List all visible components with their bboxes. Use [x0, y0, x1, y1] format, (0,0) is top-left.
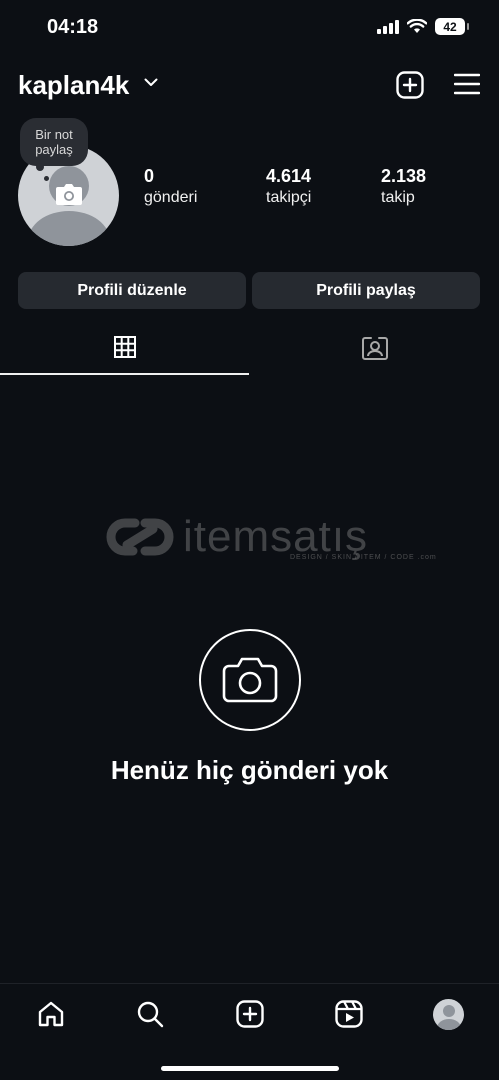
tagged-icon — [361, 337, 388, 360]
empty-state-circle — [199, 629, 301, 731]
watermark-subtext: DESIGN / SKIN / ITEM / CODE .com — [290, 554, 437, 561]
create-icon — [236, 1000, 264, 1028]
active-tab-indicator — [0, 373, 249, 375]
reels-icon — [335, 1000, 363, 1028]
chevron-down-icon[interactable] — [144, 78, 158, 87]
nav-profile[interactable] — [432, 998, 464, 1030]
profile-header: kaplan4k — [0, 66, 499, 106]
stat-value: 4.614 — [266, 166, 312, 186]
stat-value: 0 — [144, 166, 155, 186]
watermark-chain-icon — [106, 518, 174, 556]
stat-posts[interactable]: 0 gönderi — [144, 166, 197, 208]
edit-profile-button[interactable]: Profili düzenle — [18, 272, 246, 309]
profile-screen: 04:18 42 kaplan4k Bir not paylaş 0 gönde… — [0, 0, 499, 1080]
camera-icon — [222, 657, 278, 703]
nav-create[interactable] — [234, 998, 266, 1030]
stat-label: takipçi — [266, 189, 312, 206]
note-bubble-dot — [36, 163, 44, 171]
nav-reels[interactable] — [333, 998, 365, 1030]
add-photo-camera-icon — [56, 184, 82, 205]
username-switcher[interactable]: kaplan4k — [18, 70, 129, 101]
home-indicator[interactable] — [161, 1066, 339, 1071]
create-plus-icon[interactable] — [396, 71, 424, 99]
avatar-body — [436, 1018, 461, 1030]
stat-value: 2.138 — [381, 166, 427, 186]
search-icon — [137, 1001, 164, 1028]
nav-search[interactable] — [134, 998, 166, 1030]
signal-icon — [377, 19, 399, 34]
tab-tagged[interactable] — [250, 330, 499, 374]
home-icon — [38, 1001, 64, 1027]
wifi-icon — [407, 19, 427, 33]
status-bar: 04:18 42 — [0, 0, 499, 56]
note-bubble-dot-small — [44, 176, 49, 181]
stat-label: gönderi — [144, 189, 198, 206]
battery-icon: 42 — [435, 18, 469, 35]
avatar-head — [442, 1004, 455, 1017]
stat-followers[interactable]: 4.614 takipçi — [266, 166, 311, 208]
avatar-body — [28, 211, 110, 246]
note-bubble[interactable]: Bir not paylaş — [20, 118, 88, 166]
share-profile-button[interactable]: Profili paylaş — [252, 272, 480, 309]
status-icons: 42 — [377, 18, 469, 35]
stat-following[interactable]: 2.138 takip — [381, 166, 426, 208]
status-time: 04:18 — [47, 16, 99, 38]
grid-icon — [113, 336, 136, 358]
menu-icon[interactable] — [454, 73, 480, 95]
empty-state-title: Henüz hiç gönderi yok — [110, 755, 389, 785]
stat-label: takip — [381, 189, 415, 206]
nav-home[interactable] — [35, 998, 67, 1030]
tab-grid[interactable] — [0, 330, 249, 374]
profile-avatar — [432, 998, 464, 1030]
